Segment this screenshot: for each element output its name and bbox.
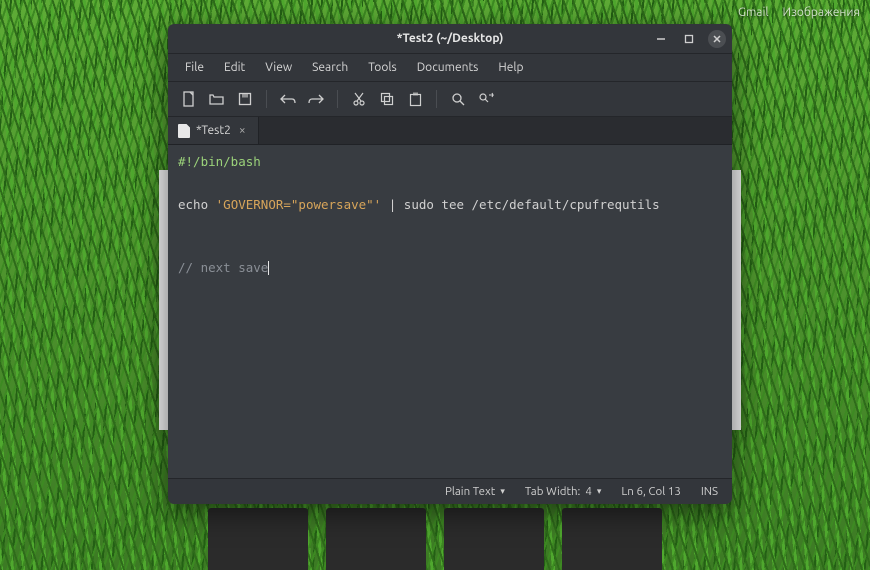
save-icon[interactable] bbox=[232, 87, 258, 111]
tab-bar: *Test2 × bbox=[168, 117, 732, 145]
menu-view[interactable]: View bbox=[256, 58, 301, 77]
undo-icon[interactable] bbox=[275, 87, 301, 111]
status-insert-mode[interactable]: INS bbox=[701, 485, 718, 498]
taskbar bbox=[0, 508, 870, 570]
taskbar-item[interactable] bbox=[208, 508, 308, 570]
new-file-icon[interactable] bbox=[176, 87, 202, 111]
taskbar-item[interactable] bbox=[562, 508, 662, 570]
menubar: File Edit View Search Tools Documents He… bbox=[168, 54, 732, 82]
toolbar-separator bbox=[436, 90, 437, 108]
status-language-label: Plain Text bbox=[445, 485, 495, 498]
status-tabwidth-value: 4 bbox=[585, 485, 592, 498]
status-tab-width[interactable]: Tab Width: 4 ▾ bbox=[525, 485, 602, 498]
cut-icon[interactable] bbox=[346, 87, 372, 111]
redo-icon[interactable] bbox=[303, 87, 329, 111]
status-insert-value: INS bbox=[701, 485, 718, 498]
editor-area[interactable]: #!/bin/bash echo 'GOVERNOR="powersave"' … bbox=[168, 145, 732, 478]
find-replace-icon[interactable] bbox=[473, 87, 499, 111]
paste-icon[interactable] bbox=[402, 87, 428, 111]
status-position-value: Ln 6, Col 13 bbox=[621, 485, 680, 498]
status-language[interactable]: Plain Text ▾ bbox=[445, 485, 505, 498]
code-line: #!/bin/bash bbox=[178, 154, 261, 169]
window-controls bbox=[652, 24, 726, 54]
document-icon bbox=[178, 124, 190, 138]
chevron-down-icon: ▾ bbox=[500, 486, 505, 497]
menu-help[interactable]: Help bbox=[489, 58, 532, 77]
code-comment: // next save bbox=[178, 260, 268, 275]
tab-close-icon[interactable]: × bbox=[237, 124, 248, 137]
status-bar: Plain Text ▾ Tab Width: 4 ▾ Ln 6, Col 13… bbox=[168, 478, 732, 504]
link-gmail[interactable]: Gmail bbox=[738, 6, 769, 19]
find-icon[interactable] bbox=[445, 87, 471, 111]
titlebar[interactable]: *Test2 (~/Desktop) bbox=[168, 24, 732, 54]
tab-label: *Test2 bbox=[196, 124, 231, 137]
toolbar-separator bbox=[337, 90, 338, 108]
status-cursor-position: Ln 6, Col 13 bbox=[621, 485, 680, 498]
chevron-down-icon: ▾ bbox=[597, 486, 602, 497]
open-icon[interactable] bbox=[204, 87, 230, 111]
code-string: 'GOVERNOR="powersave"' bbox=[216, 197, 382, 212]
desktop-top-links: Gmail Изображения bbox=[738, 6, 860, 19]
minimize-button[interactable] bbox=[652, 30, 670, 48]
copy-icon[interactable] bbox=[374, 87, 400, 111]
link-images[interactable]: Изображения bbox=[783, 6, 860, 19]
window-title: *Test2 (~/Desktop) bbox=[397, 32, 504, 45]
menu-search[interactable]: Search bbox=[303, 58, 357, 77]
status-tabwidth-label: Tab Width: bbox=[525, 485, 581, 498]
close-button[interactable] bbox=[708, 30, 726, 48]
code-line: echo bbox=[178, 197, 216, 212]
maximize-button[interactable] bbox=[680, 30, 698, 48]
text-cursor bbox=[268, 261, 269, 275]
text-editor-window: *Test2 (~/Desktop) File Edit View Search… bbox=[168, 24, 732, 504]
menu-tools[interactable]: Tools bbox=[359, 58, 406, 77]
code-line: | sudo tee /etc/default/cpufrequtils bbox=[381, 197, 659, 212]
menu-documents[interactable]: Documents bbox=[408, 58, 488, 77]
taskbar-item[interactable] bbox=[444, 508, 544, 570]
menu-file[interactable]: File bbox=[176, 58, 213, 77]
toolbar-separator bbox=[266, 90, 267, 108]
toolbar bbox=[168, 82, 732, 117]
taskbar-item[interactable] bbox=[326, 508, 426, 570]
document-tab[interactable]: *Test2 × bbox=[168, 117, 259, 144]
menu-edit[interactable]: Edit bbox=[215, 58, 254, 77]
